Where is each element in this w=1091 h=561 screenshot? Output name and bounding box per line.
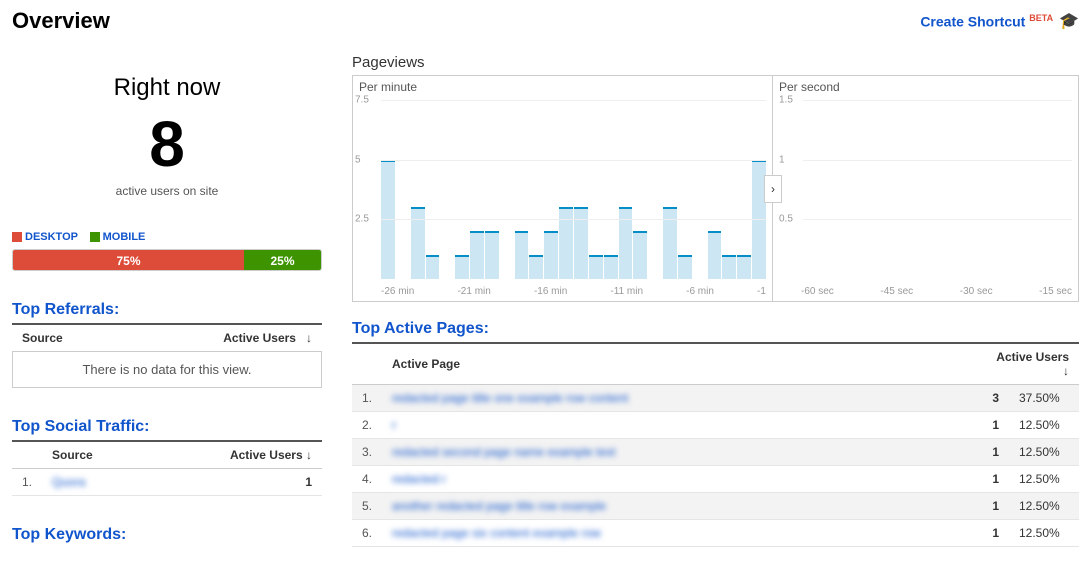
social-table: Source Active Users ↓ 1.Quora1 [12, 440, 322, 496]
platform-bar-desktop: 75% [13, 250, 244, 270]
chart-bar [411, 207, 425, 279]
col-source[interactable]: Source [12, 324, 123, 352]
chart-bar [544, 231, 558, 279]
chart-bar [455, 255, 469, 279]
chart-bar [426, 255, 440, 279]
chart-bar [633, 231, 647, 279]
table-row[interactable]: 3.redacted second page name example text… [352, 439, 1079, 466]
charts-container: Per minute 2.557.5 -26 min-21 min-16 min… [352, 75, 1079, 302]
chart-bar [619, 207, 633, 279]
table-row[interactable]: 1.redacted page title one example row co… [352, 385, 1079, 412]
sort-arrow-icon: ↓ [306, 331, 312, 345]
chart-bar [708, 231, 722, 279]
chart-bar [574, 207, 588, 279]
platform-legend: DESKTOP MOBILE [12, 228, 322, 243]
sort-arrow-icon: ↓ [1063, 364, 1069, 378]
chart-per-second: Per second 0.511.5 -60 sec-45 sec-30 sec… [773, 76, 1078, 301]
beta-badge: BETA [1029, 13, 1053, 23]
page-header: Overview Create Shortcut BETA 🎓 [12, 8, 1079, 34]
desktop-swatch-icon [12, 232, 22, 242]
page-title: Overview [12, 8, 110, 34]
active-users-subtitle: active users on site [12, 184, 322, 198]
chart-bar [470, 231, 484, 279]
col-active-users[interactable]: Active Users ↓ [123, 324, 322, 352]
table-row[interactable]: 2.r112.50% [352, 412, 1079, 439]
top-referrals-heading[interactable]: Top Referrals: [12, 301, 322, 319]
referrals-no-data: There is no data for this view. [12, 352, 322, 388]
chart-bar [604, 255, 618, 279]
table-row[interactable]: 5.another redacted page title row exampl… [352, 493, 1079, 520]
mobile-swatch-icon [90, 232, 100, 242]
pageviews-title: Pageviews [352, 54, 1079, 71]
chart-per-second-label: Per second [773, 76, 1078, 98]
table-row[interactable]: 6.redacted page six content example row1… [352, 520, 1079, 547]
chart-per-minute: Per minute 2.557.5 -26 min-21 min-16 min… [353, 76, 773, 301]
top-social-heading[interactable]: Top Social Traffic: [12, 418, 322, 436]
col-source[interactable]: Source [42, 441, 146, 469]
top-keywords-heading[interactable]: Top Keywords: [12, 526, 322, 544]
right-now-panel: Right now 8 active users on site [12, 74, 322, 198]
create-shortcut-label: Create Shortcut [920, 13, 1025, 29]
platform-bar-mobile: 25% [244, 250, 321, 270]
chart-per-minute-label: Per minute [353, 76, 772, 98]
chart-bar [678, 255, 692, 279]
chart-bar [737, 255, 751, 279]
chart-bar [559, 207, 573, 279]
chart-bar [663, 207, 677, 279]
referrals-table: Source Active Users ↓ [12, 323, 322, 352]
right-now-title: Right now [12, 74, 322, 102]
active-pages-table: Active Page Active Users ↓ 1.redacted pa… [352, 342, 1079, 547]
sort-arrow-icon: ↓ [306, 448, 312, 462]
chart-bar [485, 231, 499, 279]
create-shortcut-link[interactable]: Create Shortcut BETA [920, 13, 1053, 30]
chart-expand-button[interactable]: › [764, 175, 782, 203]
active-users-count: 8 [12, 112, 322, 176]
table-row[interactable]: 1.Quora1 [12, 469, 322, 496]
legend-mobile: MOBILE [90, 231, 146, 243]
chart-bar [722, 255, 736, 279]
platform-bar: 75% 25% [12, 249, 322, 271]
table-row[interactable]: 4.redacted r112.50% [352, 466, 1079, 493]
chart-bar [589, 255, 603, 279]
graduation-cap-icon[interactable]: 🎓 [1059, 11, 1079, 31]
legend-desktop: DESKTOP [12, 231, 78, 243]
col-active-page[interactable]: Active Page [382, 343, 979, 385]
col-active-users[interactable]: Active Users ↓ [146, 441, 322, 469]
col-active-users[interactable]: Active Users ↓ [979, 343, 1079, 385]
top-active-pages-heading[interactable]: Top Active Pages: [352, 320, 1079, 338]
shortcut-area: Create Shortcut BETA 🎓 [920, 11, 1079, 31]
chart-bar [515, 231, 529, 279]
chart-bar [529, 255, 543, 279]
